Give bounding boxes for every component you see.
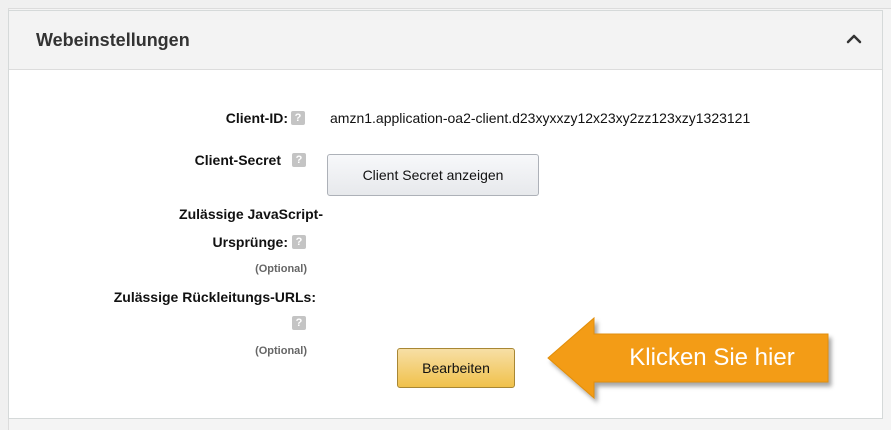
client-secret-label: Client-Secret xyxy=(194,152,281,168)
js-origins-help-icon[interactable]: ? xyxy=(292,235,306,249)
redirect-urls-label: Zulässige Rückleitungs-URLs: xyxy=(113,289,316,305)
client-id-help-icon[interactable]: ? xyxy=(291,111,305,125)
show-client-secret-button[interactable]: Client Secret anzeigen xyxy=(327,154,539,196)
redirect-urls-optional: (Optional) xyxy=(255,345,307,357)
panel-header[interactable]: Webeinstellungen xyxy=(9,11,882,70)
client-id-label: Client-ID: xyxy=(225,110,288,126)
js-origins-label-line2: Ursprünge: xyxy=(212,234,288,250)
js-origins-label-line1: Zulässige JavaScript- xyxy=(179,206,323,222)
callout-text: Klicken Sie hier xyxy=(629,344,795,371)
panel-title: Webeinstellungen xyxy=(36,30,190,50)
client-id-value: amzn1.application-oa2-client.d23xyxxzy12… xyxy=(330,110,751,126)
redirect-urls-help-icon[interactable]: ? xyxy=(292,316,306,330)
callout-arrow: Klicken Sie hier xyxy=(547,316,829,400)
chevron-up-icon[interactable] xyxy=(842,27,866,51)
client-secret-help-icon[interactable]: ? xyxy=(292,153,306,167)
edit-button[interactable]: Bearbeiten xyxy=(397,348,515,388)
js-origins-optional: (Optional) xyxy=(255,263,307,275)
